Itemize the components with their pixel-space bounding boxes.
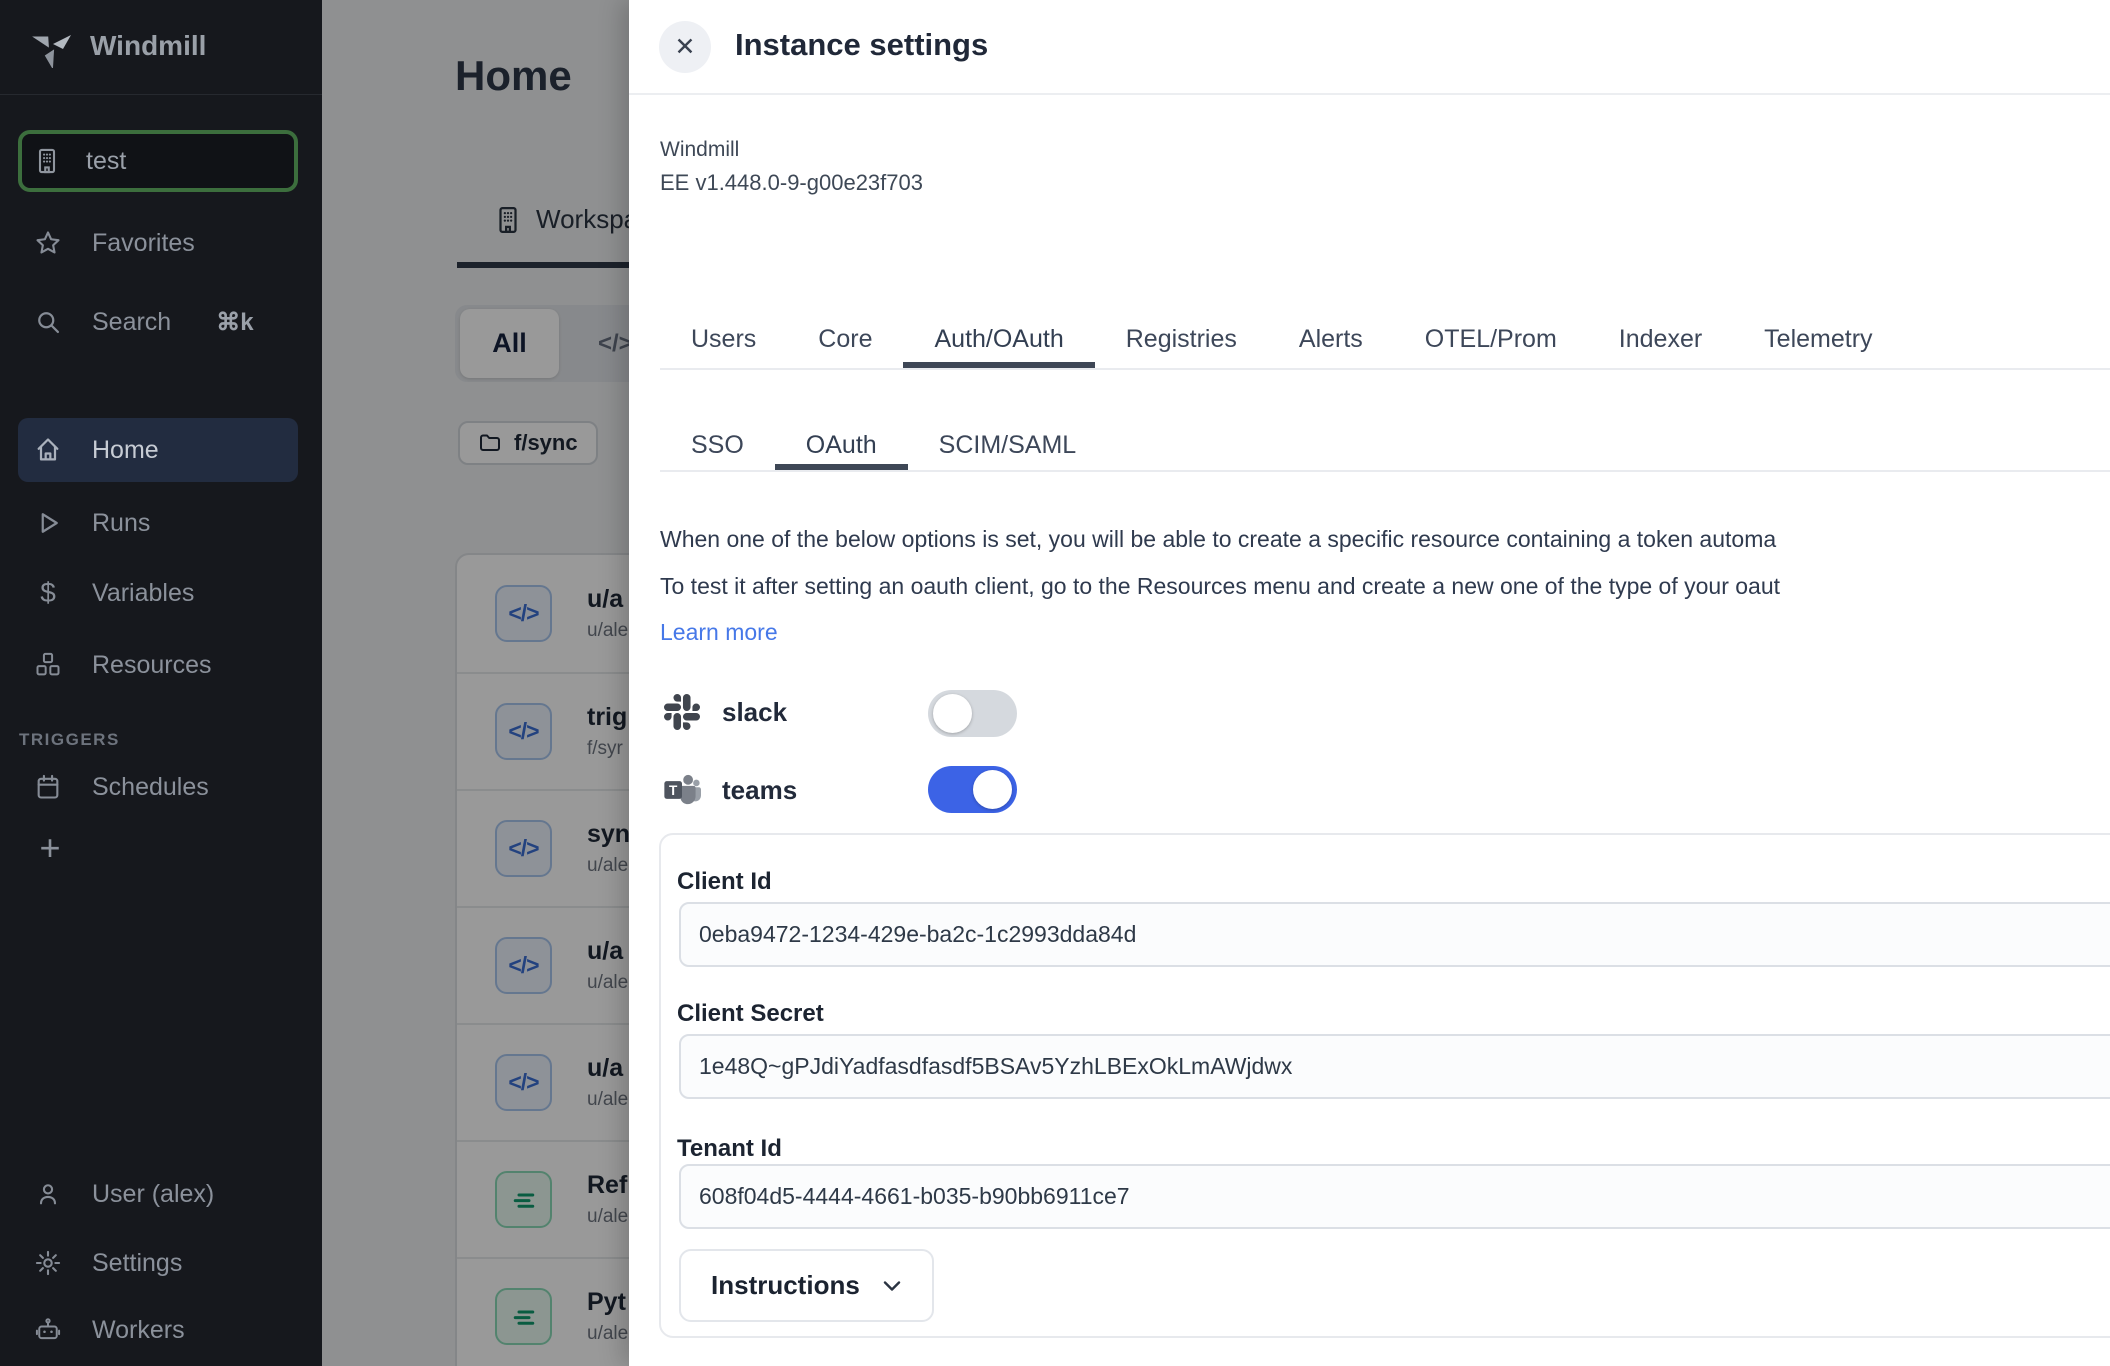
version-string: EE v1.448.0-9-g00e23f703: [660, 170, 923, 196]
home-icon: [33, 435, 63, 465]
tab-telemetry[interactable]: Telemetry: [1733, 311, 1903, 368]
toggle-knob: [973, 770, 1012, 809]
building-icon: [33, 147, 61, 175]
tenant-id-input[interactable]: [679, 1164, 2110, 1229]
sidebar: Windmill test: [0, 0, 322, 1366]
search-icon: [33, 307, 63, 337]
drawer-title: Instance settings: [735, 27, 988, 63]
sidebar-item-label: Settings: [92, 1249, 182, 1278]
learn-more-link[interactable]: Learn more: [660, 619, 778, 646]
gear-icon: [33, 1248, 63, 1278]
auth-subtabs: SSO OAuth SCIM/SAML: [660, 421, 2110, 472]
app-name: Windmill: [660, 138, 923, 162]
sidebar-item-label: Workers: [92, 1316, 185, 1345]
subtab-sso[interactable]: SSO: [660, 421, 775, 470]
brand[interactable]: Windmill: [30, 24, 206, 68]
search-shortcut: ⌘k: [216, 308, 253, 337]
integration-slack: slack: [663, 686, 787, 738]
teams-label: teams: [722, 775, 797, 806]
subtab-scim-saml[interactable]: SCIM/SAML: [908, 421, 1108, 470]
subtab-oauth[interactable]: OAuth: [775, 421, 908, 470]
sidebar-item-search[interactable]: Search ⌘k: [0, 297, 322, 347]
sidebar-item-workers[interactable]: Workers: [0, 1305, 322, 1355]
svg-text:T: T: [669, 783, 678, 798]
sidebar-item-label: Variables: [92, 579, 194, 608]
sidebar-item-resources[interactable]: Resources: [0, 640, 322, 690]
workspace-name: test: [86, 147, 126, 176]
sidebar-item-user[interactable]: User (alex): [0, 1169, 322, 1219]
sidebar-item-home[interactable]: Home: [18, 418, 298, 482]
sidebar-item-runs[interactable]: Runs: [0, 498, 322, 548]
sidebar-item-label: Resources: [92, 651, 212, 680]
description-line-2: To test it after setting an oauth client…: [660, 573, 1780, 600]
sidebar-item-settings[interactable]: Settings: [0, 1238, 322, 1288]
instructions-button[interactable]: Instructions: [679, 1249, 934, 1322]
windmill-logo-icon: [30, 24, 74, 68]
triggers-section-label: TRIGGERS: [19, 730, 120, 750]
sidebar-item-label: Favorites: [92, 229, 195, 258]
workspace-selector[interactable]: test: [18, 130, 298, 192]
sidebar-item-label: Home: [92, 436, 159, 465]
sidebar-divider: [0, 94, 322, 95]
sidebar-item-favorites[interactable]: Favorites: [0, 218, 322, 268]
settings-tabs: Users Core Auth/OAuth Registries Alerts …: [660, 311, 2110, 370]
slack-label: slack: [722, 697, 787, 728]
tab-alerts[interactable]: Alerts: [1268, 311, 1394, 368]
tab-otel-prom[interactable]: OTEL/Prom: [1394, 311, 1588, 368]
sidebar-item-label: Search: [92, 308, 171, 337]
tab-registries[interactable]: Registries: [1095, 311, 1268, 368]
chevron-down-icon: [882, 1279, 902, 1293]
version-info: Windmill EE v1.448.0-9-g00e23f703: [660, 138, 923, 196]
toggle-knob: [933, 694, 972, 733]
tab-core[interactable]: Core: [787, 311, 903, 368]
cubes-icon: [33, 650, 63, 680]
client-id-label: Client Id: [677, 868, 772, 896]
sidebar-item-schedules[interactable]: Schedules: [0, 762, 322, 812]
client-secret-input[interactable]: [679, 1034, 2110, 1099]
instance-settings-drawer: ✕ Instance settings Windmill EE v1.448.0…: [629, 0, 2110, 1366]
teams-icon: T: [663, 770, 701, 810]
brand-name: Windmill: [90, 30, 206, 62]
tab-users[interactable]: Users: [660, 311, 787, 368]
tenant-id-label: Tenant Id: [677, 1135, 782, 1163]
star-icon: [33, 228, 63, 258]
integration-teams: T teams: [663, 764, 797, 816]
slack-toggle[interactable]: [928, 690, 1017, 737]
client-id-input[interactable]: [679, 902, 2110, 967]
robot-icon: [33, 1315, 63, 1345]
calendar-icon: [33, 772, 63, 802]
play-icon: [33, 508, 63, 538]
tab-indexer[interactable]: Indexer: [1588, 311, 1733, 368]
close-icon[interactable]: ✕: [659, 21, 711, 73]
windmill-app: Windmill test: [0, 0, 2110, 1366]
dollar-icon: $: [33, 578, 63, 608]
sidebar-item-label: Schedules: [92, 773, 209, 802]
description-line-1: When one of the below options is set, yo…: [660, 526, 1776, 553]
client-secret-label: Client Secret: [677, 1000, 824, 1028]
sidebar-item-variables[interactable]: $ Variables: [0, 568, 322, 618]
drawer-header: ✕ Instance settings: [629, 0, 2110, 95]
user-icon: [33, 1179, 63, 1209]
instructions-label: Instructions: [711, 1270, 860, 1301]
sidebar-item-label: User (alex): [92, 1180, 214, 1209]
add-trigger-button[interactable]: +: [30, 825, 70, 871]
tab-auth-oauth[interactable]: Auth/OAuth: [903, 311, 1094, 368]
sidebar-item-label: Runs: [92, 509, 150, 538]
teams-oauth-card: Client Id Client Secret Tenant Id Instru…: [659, 833, 2110, 1338]
teams-toggle[interactable]: [928, 766, 1017, 813]
slack-icon: [663, 694, 701, 730]
